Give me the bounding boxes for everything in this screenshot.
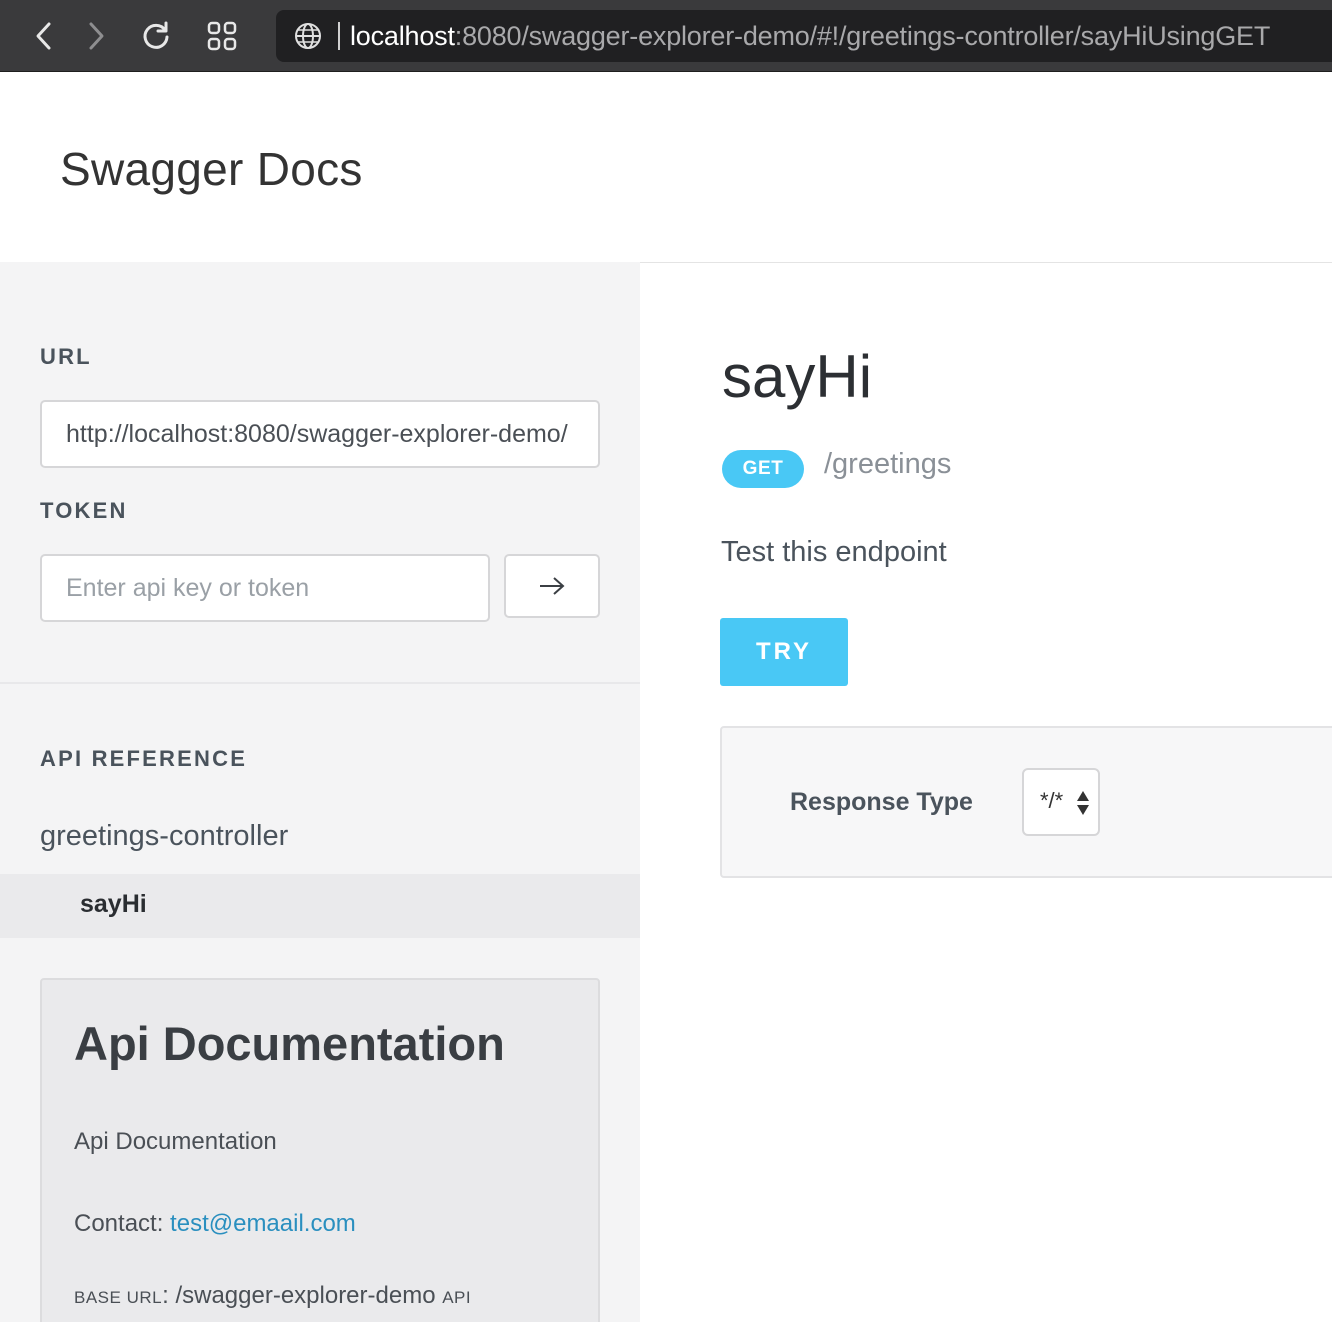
globe-icon	[295, 23, 321, 49]
address-bar[interactable]: localhost:8080/swagger-explorer-demo/#!/…	[276, 10, 1332, 62]
back-icon[interactable]	[22, 14, 66, 58]
response-type-panel: Response Type */*	[720, 726, 1332, 878]
api-info-contact: Contact: test@emaail.com	[74, 1210, 356, 1238]
tabs-grid-icon[interactable]	[200, 14, 244, 58]
submit-token-button[interactable]	[504, 554, 600, 618]
base-url-label: BASE URL	[74, 1288, 163, 1307]
api-info-description: Api Documentation	[74, 1128, 277, 1155]
address-divider	[338, 22, 340, 50]
api-suffix: API	[442, 1288, 472, 1307]
base-url-sep: :	[162, 1282, 176, 1309]
response-type-label: Response Type	[790, 788, 973, 816]
url-input[interactable]	[40, 400, 600, 468]
sidebar: URL TOKEN API REFERENCE greetings-contro…	[0, 262, 640, 1322]
url-label: URL	[40, 344, 92, 369]
url-path: :8080/swagger-explorer-demo/#!/greetings…	[454, 21, 1271, 51]
sidebar-item-label: sayHi	[80, 890, 147, 918]
operation-title: sayHi	[722, 343, 873, 410]
operation-path: /greetings	[824, 448, 952, 480]
header-divider	[640, 262, 1332, 263]
address-url: localhost:8080/swagger-explorer-demo/#!/…	[350, 20, 1270, 52]
browser-toolbar: localhost:8080/swagger-explorer-demo/#!/…	[0, 0, 1332, 72]
try-button[interactable]: TRY	[720, 618, 848, 686]
url-host: localhost	[350, 21, 455, 51]
contact-label: Contact:	[74, 1210, 171, 1237]
arrow-right-icon	[540, 577, 565, 595]
reload-icon[interactable]	[134, 14, 178, 58]
forward-icon[interactable]	[74, 14, 118, 58]
token-label: TOKEN	[40, 498, 128, 523]
token-input[interactable]	[40, 554, 490, 622]
api-info-card: Api Documentation Api Documentation Cont…	[40, 978, 600, 1322]
api-info-base-url: BASE URL: /swagger-explorer-demo API	[74, 1282, 471, 1310]
test-endpoint-heading: Test this endpoint	[721, 536, 947, 568]
sidebar-divider	[0, 682, 640, 684]
api-info-title: Api Documentation	[74, 1017, 505, 1070]
api-reference-label: API REFERENCE	[40, 746, 248, 771]
sidebar-item-sayhi[interactable]: sayHi	[0, 874, 640, 938]
response-type-value: */*	[1040, 788, 1064, 813]
sidebar-item-greetings-controller[interactable]: greetings-controller	[40, 820, 288, 853]
method-badge: GET	[722, 450, 804, 488]
base-url-value: /swagger-explorer-demo	[175, 1282, 436, 1309]
select-arrows-icon	[1077, 791, 1089, 815]
response-type-select[interactable]: */*	[1022, 768, 1100, 836]
site-title[interactable]: Swagger Docs	[60, 142, 363, 196]
contact-email-link[interactable]: test@emaail.com	[170, 1210, 356, 1237]
